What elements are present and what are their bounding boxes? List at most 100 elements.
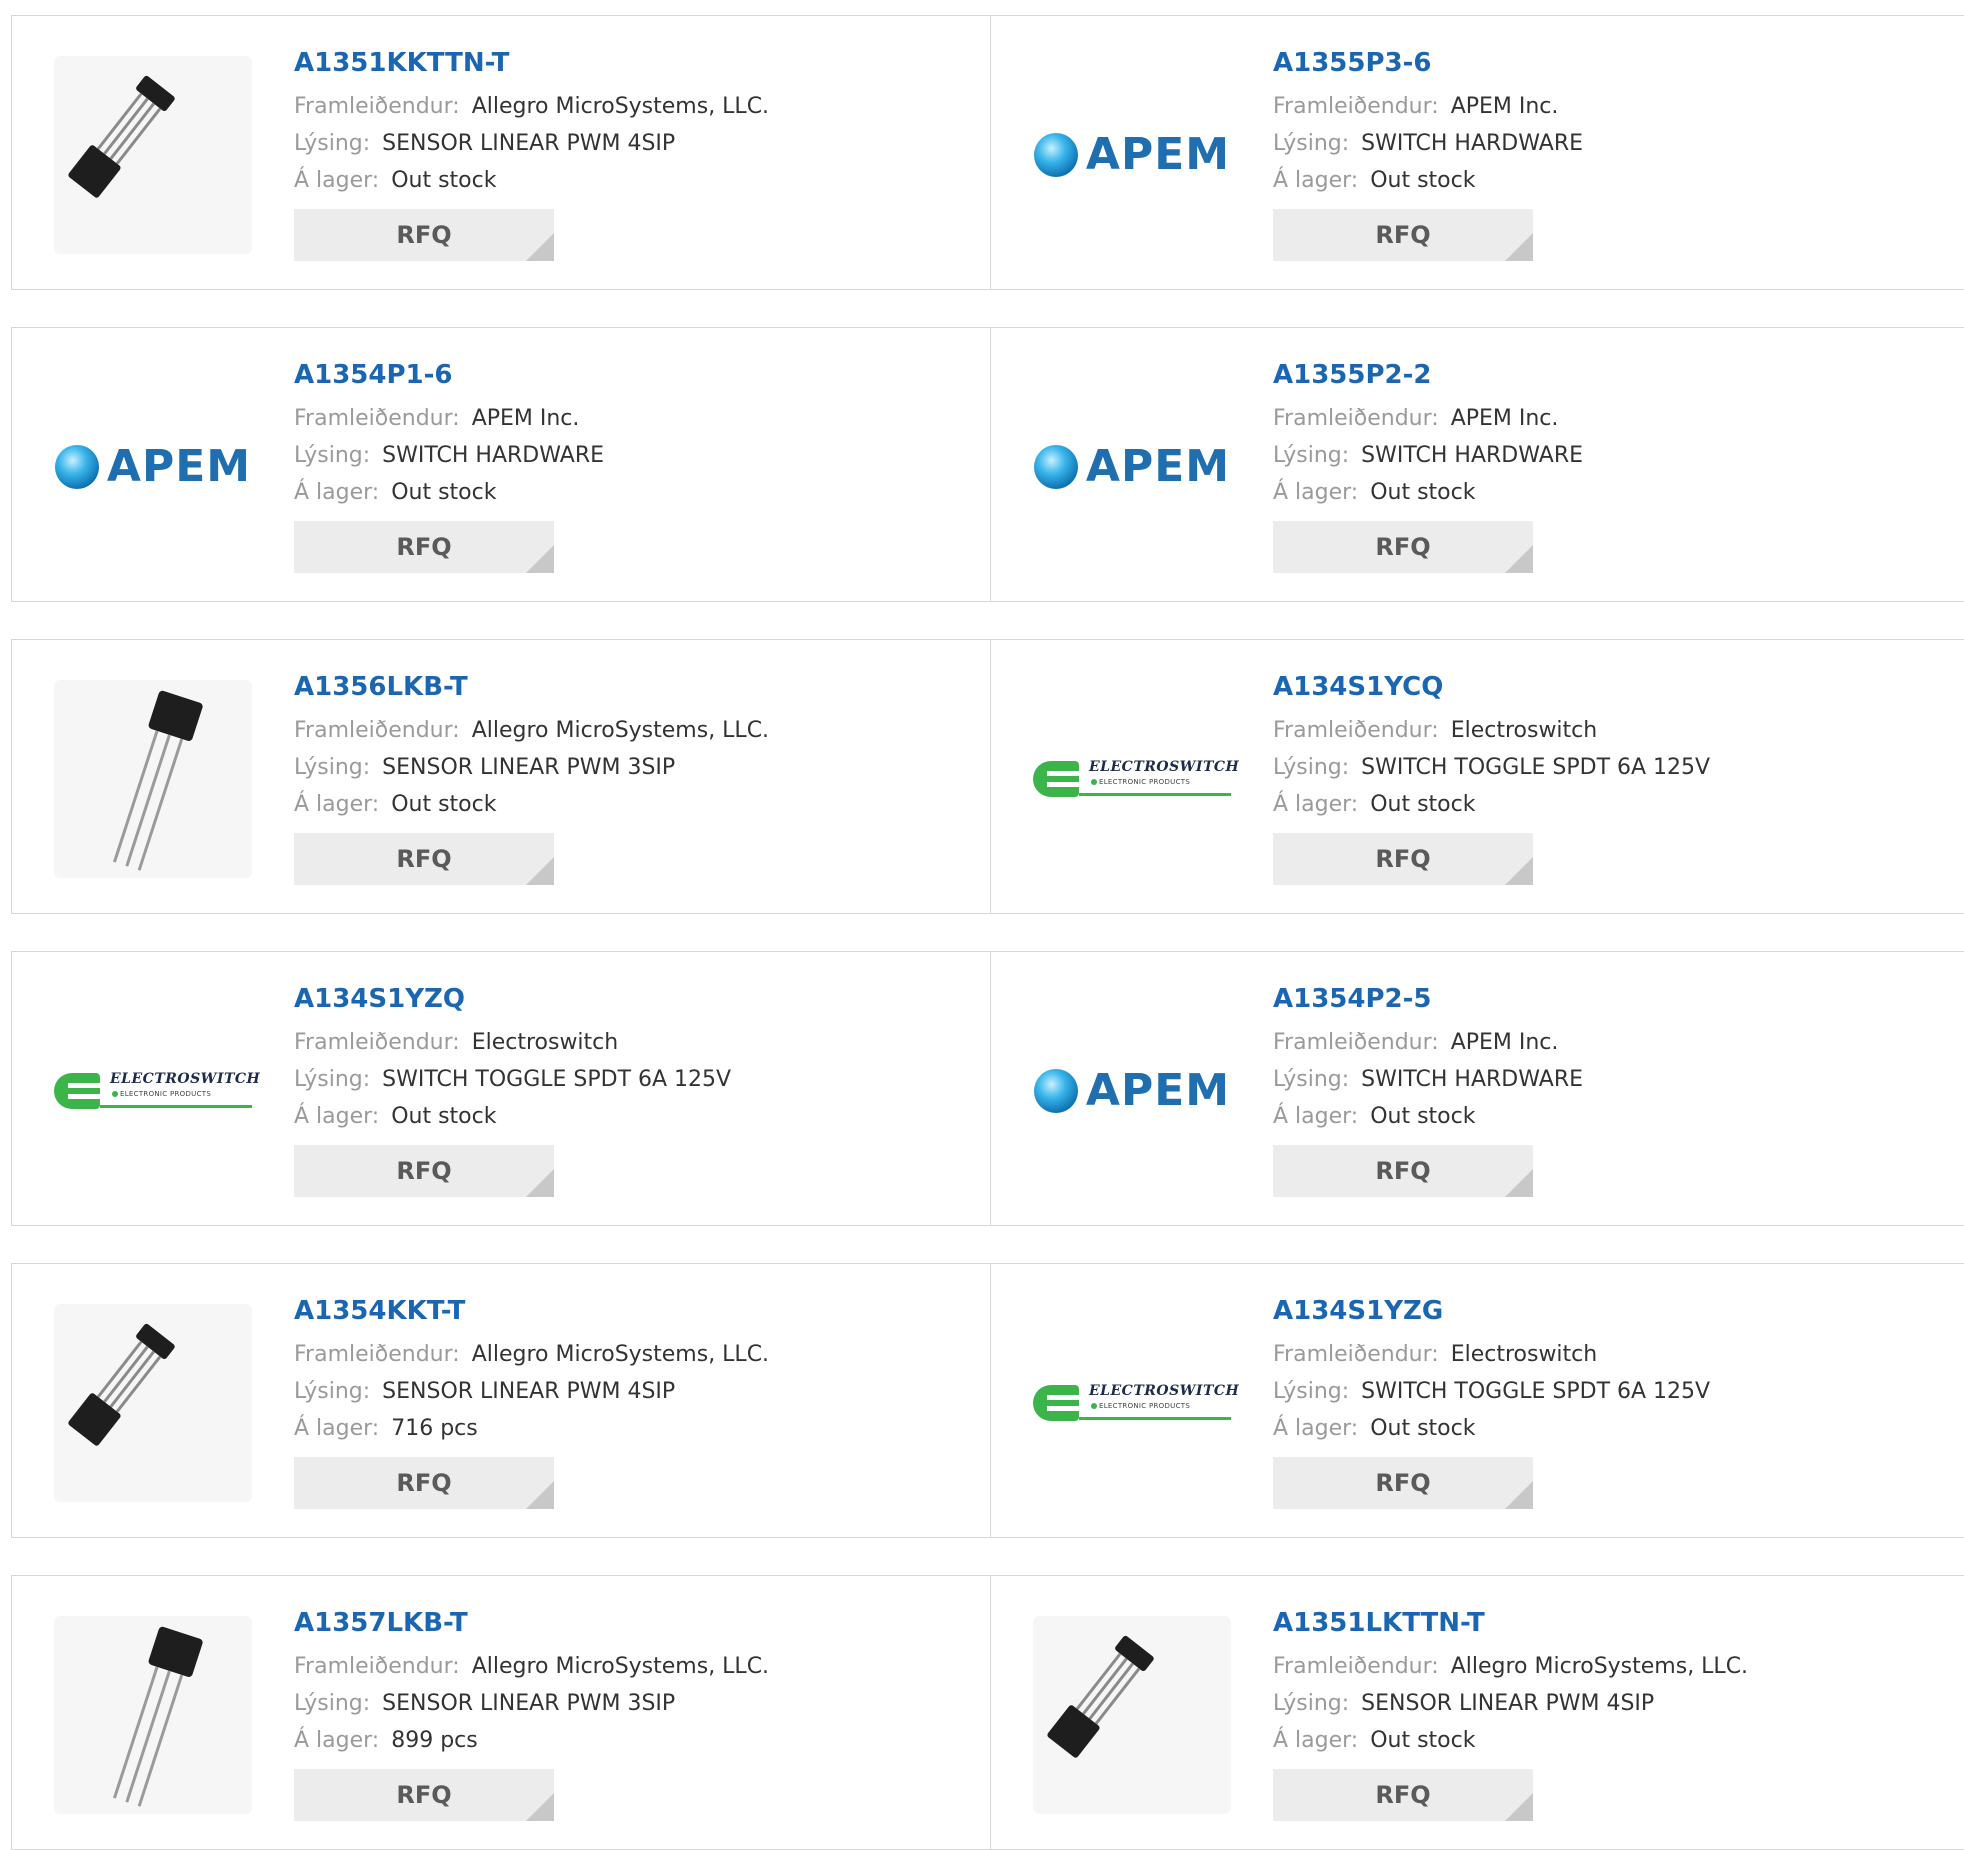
product-image-4sip[interactable] [1033, 1616, 1231, 1814]
product-thumbnail[interactable]: APEM [54, 368, 252, 566]
electroswitch-logo-sub: ELECTRONIC PRODUCTS [1099, 778, 1191, 786]
product-thumbnail[interactable] [54, 1304, 252, 1502]
product-card: A1351LKTTN-T Framleiðendur: Allegro MicroS… [990, 1575, 1964, 1850]
part-number-link[interactable]: A134S1YZG [1273, 1294, 1710, 1328]
description-row: Lýsing: SWITCH HARDWARE [294, 437, 604, 474]
apem-logo[interactable]: APEM [1033, 445, 1230, 489]
description-value: SWITCH HARDWARE [382, 443, 605, 468]
description-label: Lýsing: [294, 131, 371, 156]
manufacturer-row: Framleiðendur: APEM Inc. [1273, 400, 1583, 437]
rfq-button[interactable]: RFQ [1273, 1457, 1533, 1509]
product-thumbnail[interactable] [54, 1616, 252, 1814]
description-value: SENSOR LINEAR PWM 4SIP [1361, 1691, 1655, 1716]
part-number-link[interactable]: A1354P2-5 [1273, 982, 1583, 1016]
description-row: Lýsing: SWITCH HARDWARE [1273, 1061, 1583, 1098]
product-info: A134S1YZG Framleiðendur: Electroswitch Lýsi… [1273, 1294, 1710, 1509]
part-number-link[interactable]: A1354P1-6 [294, 358, 604, 392]
part-number-link[interactable]: A1354KKT-T [294, 1294, 769, 1328]
rfq-label: RFQ [396, 845, 452, 873]
product-thumbnail[interactable] [54, 680, 252, 878]
product-info: A134S1YZQ Framleiðendur: Electroswitch Lýsi… [294, 982, 731, 1197]
rfq-button[interactable]: RFQ [1273, 833, 1533, 885]
apem-globe-icon [1033, 445, 1078, 489]
product-thumbnail[interactable] [1033, 1616, 1231, 1814]
rfq-label: RFQ [396, 533, 452, 561]
rfq-label: RFQ [396, 1781, 452, 1809]
product-image-4sip[interactable] [54, 1304, 252, 1502]
rfq-button[interactable]: RFQ [294, 521, 554, 573]
stock-value: Out stock [1370, 792, 1476, 817]
apem-logo[interactable]: APEM [54, 445, 251, 489]
electroswitch-dot-icon [1091, 779, 1097, 785]
corner-triangle-icon [526, 1481, 554, 1509]
product-card: A1351KKTTN-T Framleiðendur: Allegro MicroS… [11, 15, 991, 290]
product-thumbnail[interactable]: APEM [1033, 992, 1231, 1190]
product-info: A1354P1-6 Framleiðendur: APEM Inc. Lýsing: S… [294, 358, 604, 573]
description-label: Lýsing: [294, 443, 371, 468]
manufacturer-label: Framleiðendur: [294, 1342, 460, 1367]
manufacturer-row: Framleiðendur: Allegro MicroSystems, LLC. [294, 1336, 769, 1373]
apem-logo[interactable]: APEM [1033, 133, 1230, 177]
part-number-link[interactable]: A1357LKB-T [294, 1606, 769, 1640]
product-card: A1356LKB-T Framleiðendur: Allegro MicroSys… [11, 639, 991, 914]
electroswitch-underline [1079, 793, 1231, 796]
product-info: A1355P3-6 Framleiðendur: APEM Inc. Lýsing: S… [1273, 46, 1583, 261]
rfq-button[interactable]: RFQ [294, 1457, 554, 1509]
product-grid: A1351KKTTN-T Framleiðendur: Allegro MicroS… [0, 0, 1964, 1850]
manufacturer-row: Framleiðendur: APEM Inc. [294, 400, 604, 437]
part-number-link[interactable]: A1351LKTTN-T [1273, 1606, 1748, 1640]
rfq-button[interactable]: RFQ [294, 1769, 554, 1821]
product-thumbnail[interactable]: APEM [1033, 56, 1231, 254]
manufacturer-label: Framleiðendur: [1273, 1342, 1439, 1367]
product-info: A1356LKB-T Framleiðendur: Allegro MicroSys… [294, 670, 769, 885]
stock-value: Out stock [391, 168, 497, 193]
stock-value: Out stock [1370, 168, 1476, 193]
manufacturer-value: Allegro MicroSystems, LLC. [471, 718, 770, 743]
corner-triangle-icon [1505, 857, 1533, 885]
product-thumbnail[interactable]: ELECTROSWITCH ELECTRONIC PRODUCTS [1033, 1304, 1239, 1502]
electroswitch-logo[interactable]: ELECTROSWITCH ELECTRONIC PRODUCTS [1033, 757, 1239, 801]
manufacturer-value: Allegro MicroSystems, LLC. [471, 1342, 770, 1367]
description-row: Lýsing: SENSOR LINEAR PWM 3SIP [294, 749, 769, 786]
corner-triangle-icon [1505, 1169, 1533, 1197]
product-info: A1354KKT-T Framleiðendur: Allegro MicroSys… [294, 1294, 769, 1509]
rfq-button[interactable]: RFQ [294, 1145, 554, 1197]
rfq-button[interactable]: RFQ [1273, 521, 1533, 573]
rfq-label: RFQ [1375, 845, 1431, 873]
description-value: SWITCH HARDWARE [1361, 443, 1584, 468]
product-thumbnail[interactable]: ELECTROSWITCH ELECTRONIC PRODUCTS [54, 992, 260, 1190]
description-row: Lýsing: SENSOR LINEAR PWM 3SIP [294, 1685, 769, 1722]
part-number-link[interactable]: A1355P2-2 [1273, 358, 1583, 392]
description-row: Lýsing: SWITCH TOGGLE SPDT 6A 125V [1273, 1373, 1710, 1410]
product-image-4sip[interactable] [54, 56, 252, 254]
part-number-link[interactable]: A134S1YCQ [1273, 670, 1710, 704]
rfq-button[interactable]: RFQ [294, 209, 554, 261]
product-thumbnail[interactable] [54, 56, 252, 254]
rfq-button[interactable]: RFQ [1273, 1769, 1533, 1821]
part-number-link[interactable]: A1356LKB-T [294, 670, 769, 704]
apem-globe-icon [54, 445, 99, 489]
part-number-link[interactable]: A134S1YZQ [294, 982, 731, 1016]
manufacturer-value: APEM Inc. [1450, 1030, 1559, 1055]
electroswitch-logo[interactable]: ELECTROSWITCH ELECTRONIC PRODUCTS [1033, 1381, 1239, 1425]
corner-triangle-icon [526, 545, 554, 573]
manufacturer-row: Framleiðendur: Allegro MicroSystems, LLC. [1273, 1648, 1748, 1685]
product-card: APEM A1354P2-5 Framleiðendur: APEM Inc. Lýsi… [990, 951, 1964, 1226]
part-number-link[interactable]: A1355P3-6 [1273, 46, 1583, 80]
rfq-button[interactable]: RFQ [1273, 1145, 1533, 1197]
rfq-button[interactable]: RFQ [294, 833, 554, 885]
rfq-button[interactable]: RFQ [1273, 209, 1533, 261]
product-image-3sip[interactable] [54, 680, 252, 878]
description-row: Lýsing: SWITCH HARDWARE [1273, 125, 1583, 162]
stock-value: 716 pcs [391, 1416, 478, 1441]
apem-logo[interactable]: APEM [1033, 1069, 1230, 1113]
part-number-link[interactable]: A1351KKTTN-T [294, 46, 769, 80]
manufacturer-value: APEM Inc. [1450, 94, 1559, 119]
product-thumbnail[interactable]: APEM [1033, 368, 1231, 566]
product-info: A1351LKTTN-T Framleiðendur: Allegro MicroS… [1273, 1606, 1748, 1821]
product-image-3sip[interactable] [54, 1616, 252, 1814]
stock-row: Á lager: Out stock [1273, 1722, 1748, 1759]
product-thumbnail[interactable]: ELECTROSWITCH ELECTRONIC PRODUCTS [1033, 680, 1239, 878]
electroswitch-logo[interactable]: ELECTROSWITCH ELECTRONIC PRODUCTS [54, 1069, 260, 1113]
description-value: SWITCH HARDWARE [1361, 1067, 1584, 1092]
